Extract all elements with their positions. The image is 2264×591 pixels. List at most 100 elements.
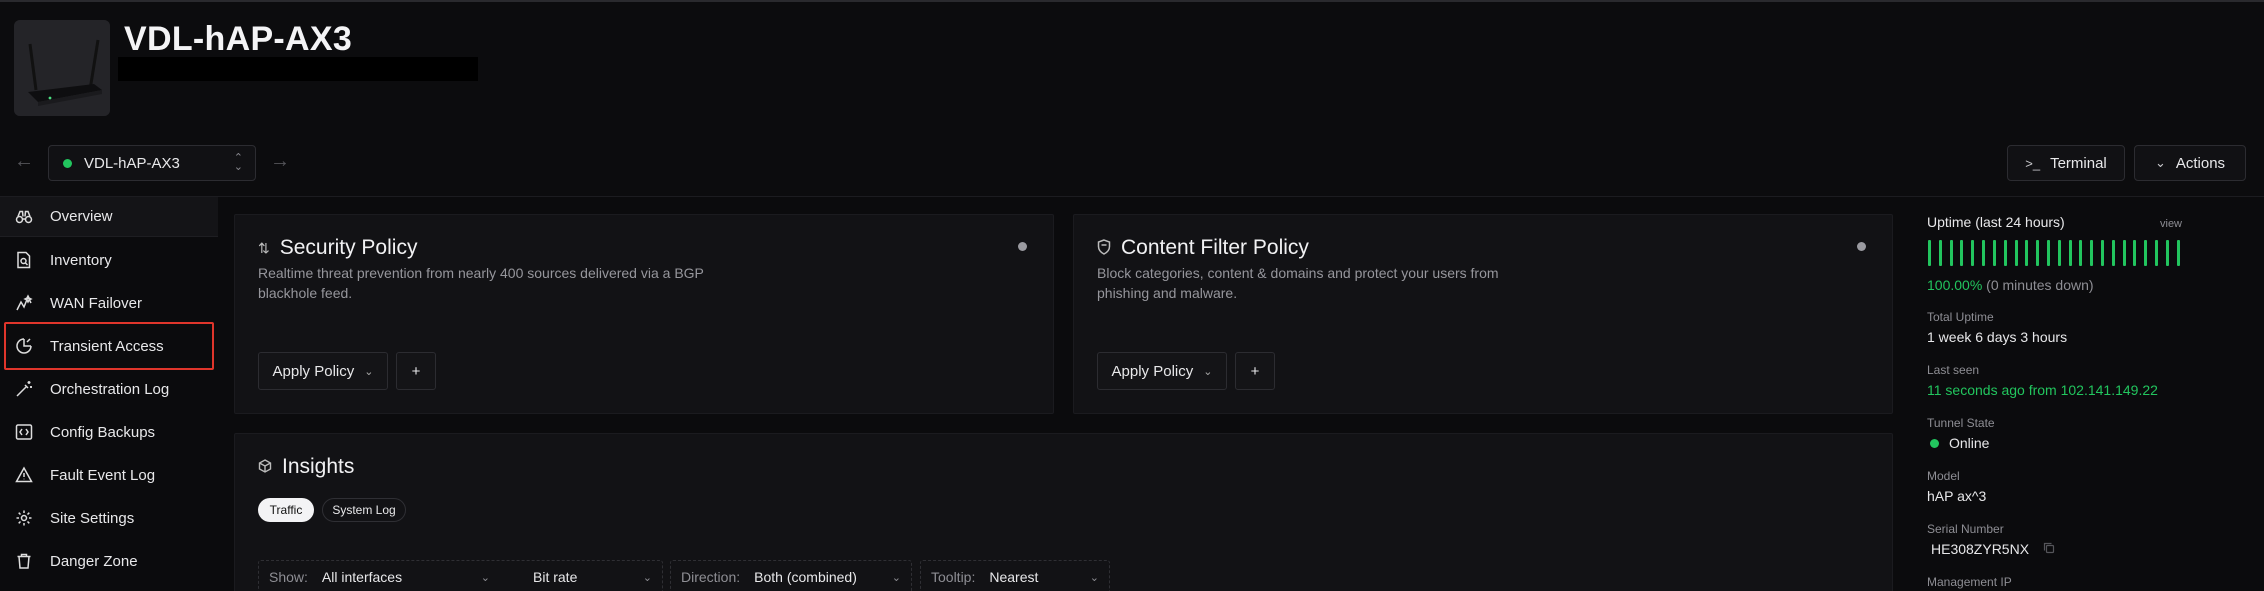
page-title: VDL-hAP-AX3 (124, 20, 353, 58)
code-bracket-icon (14, 422, 34, 442)
sidebar-item-config-backups[interactable]: Config Backups (0, 412, 218, 452)
plus-icon: + (411, 362, 421, 380)
model-label: Model (1927, 469, 1960, 483)
uptime-hour-bar (2014, 240, 2018, 266)
tab-system-log[interactable]: System Log (322, 498, 406, 522)
back-arrow-icon[interactable]: ← (14, 150, 34, 173)
uptime-hour-bar (1960, 240, 1964, 266)
chevron-down-icon: ⌄ (891, 571, 901, 584)
sidebar-item-danger-zone[interactable]: Danger Zone (0, 541, 218, 581)
content-add-button[interactable]: + (1235, 352, 1275, 390)
content-filter-title: Content Filter Policy (1097, 236, 1309, 260)
sidebar-item-label: Danger Zone (50, 552, 138, 570)
show-interfaces-filter[interactable]: Show: All interfaces ⌄ Bit rate ⌄ (258, 560, 663, 591)
content-filter-description: Block categories, content & domains and … (1097, 263, 1499, 303)
uptime-hour-bar (1971, 240, 1975, 266)
direction-filter[interactable]: Direction: Both (combined) ⌄ (670, 560, 912, 591)
warning-icon (14, 465, 34, 485)
sidebar-item-wan-failover[interactable]: WAN Failover (0, 283, 218, 323)
uptime-hour-bar (2155, 240, 2159, 266)
content-filter-status-dot (1857, 242, 1866, 251)
last-seen-label: Last seen (1927, 363, 1980, 377)
uptime-hour-bar (2046, 240, 2050, 266)
chevron-down-icon: ⌄ (1089, 571, 1099, 584)
uptime-hour-bar (2025, 240, 2029, 266)
redacted-subtitle (118, 57, 478, 81)
tab-traffic[interactable]: Traffic (258, 498, 314, 522)
uptime-bar-chart (1928, 240, 2180, 266)
sidebar-item-fault-event-log[interactable]: Fault Event Log (0, 455, 218, 495)
security-policy-title-text: Security Policy (279, 236, 418, 259)
terminal-button[interactable]: >_ Terminal (2007, 145, 2125, 181)
sidebar-item-site-settings[interactable]: Site Settings (0, 498, 218, 538)
show-filter-value: All interfaces (321, 569, 403, 585)
tooltip-filter[interactable]: Tooltip: Nearest ⌄ (920, 560, 1110, 591)
uptime-hour-bar (1938, 240, 1942, 266)
uptime-hour-bar (2036, 240, 2040, 266)
uptime-hour-bar (2111, 240, 2115, 266)
security-policy-desc-line2: blackhole feed. (258, 285, 353, 301)
tunnel-state-text: Online (1949, 435, 1990, 451)
sidebar-item-overview[interactable]: Overview (0, 197, 218, 237)
direction-filter-value: Both (combined) (754, 569, 857, 585)
uptime-hour-bar (2068, 240, 2072, 266)
management-ip-label: Management IP (1927, 575, 2012, 589)
spark-icon (14, 293, 34, 313)
direction-filter-label: Direction: (681, 569, 741, 585)
sidebar-item-label: Fault Event Log (50, 466, 156, 484)
uptime-hour-bar (1982, 240, 1986, 266)
serial-number-text: HE308ZYR5NX (1931, 541, 2030, 557)
content-filter-desc-line1: Block categories, content & domains and … (1097, 265, 1499, 281)
copy-icon[interactable] (2043, 541, 2055, 557)
uptime-hour-bar (2057, 240, 2061, 266)
device-image (14, 20, 110, 116)
tooltip-filter-value: Nearest (989, 569, 1039, 585)
terminal-icon: >_ (2025, 155, 2041, 171)
apply-policy-label: Apply Policy (272, 362, 355, 380)
uptime-percent: 100.00% (1927, 277, 1983, 293)
uptime-view-link[interactable]: view (2160, 218, 2182, 230)
uptime-hour-bar (2090, 240, 2094, 266)
last-seen-value: 11 seconds ago from 102.141.149.22 (1927, 382, 2158, 398)
uptime-hour-bar (2003, 240, 2007, 266)
online-status-dot (1930, 438, 1939, 448)
tunnel-state-value: Online (1927, 435, 1989, 451)
uptime-hour-bar (2122, 240, 2126, 266)
security-policy-status-dot (1018, 242, 1027, 251)
trash-icon (14, 551, 34, 571)
device-selector[interactable]: VDL-hAP-AX3 ⌃ ⌄ (48, 145, 256, 181)
sidebar-item-orchestration-log[interactable]: Orchestration Log (0, 369, 218, 409)
content-apply-policy-button[interactable]: Apply Policy ⌄ (1097, 352, 1227, 390)
uptime-hour-bar (2165, 240, 2169, 266)
sidebar-item-label: Config Backups (50, 423, 156, 441)
uptime-hour-bar (2133, 240, 2137, 266)
model-value: hAP ax^3 (1927, 488, 1987, 504)
uptime-hour-bar (2079, 240, 2083, 266)
shield-icon (1097, 238, 1111, 258)
security-apply-policy-button[interactable]: Apply Policy ⌄ (258, 352, 388, 390)
online-status-dot (63, 158, 72, 168)
chevron-down-icon: ⌄ (1203, 365, 1213, 378)
serial-number-label: Serial Number (1927, 522, 2004, 536)
insights-title: Insights (258, 455, 354, 479)
total-uptime-value: 1 week 6 days 3 hours (1927, 329, 2068, 345)
serial-number-value: HE308ZYR5NX (1931, 541, 2055, 557)
sidebar-item-label: Orchestration Log (50, 380, 170, 398)
actions-button[interactable]: ⌄ Actions (2134, 145, 2246, 181)
chevron-updown-icon: ⌃ ⌄ (233, 152, 243, 173)
uptime-down: (0 minutes down) (1986, 277, 2094, 293)
uptime-hour-bar (1949, 240, 1953, 266)
transient-access-highlight (4, 322, 214, 370)
security-policy-desc-line1: Realtime threat prevention from nearly 4… (258, 265, 704, 281)
content-filter-desc-line2: phishing and malware. (1097, 285, 1238, 301)
tunnel-state-label: Tunnel State (1927, 416, 1995, 430)
uptime-hour-bar (1928, 240, 1931, 266)
forward-arrow-icon[interactable]: → (270, 150, 290, 173)
security-add-button[interactable]: + (396, 352, 436, 390)
sort-arrows-icon: ⇅ (258, 239, 270, 256)
binoculars-icon (14, 207, 34, 227)
sidebar-item-inventory[interactable]: Inventory (0, 240, 218, 280)
uptime-hour-bar (2176, 240, 2180, 266)
show-filter-label: Show: (269, 569, 308, 585)
plus-icon: + (1250, 362, 1260, 380)
